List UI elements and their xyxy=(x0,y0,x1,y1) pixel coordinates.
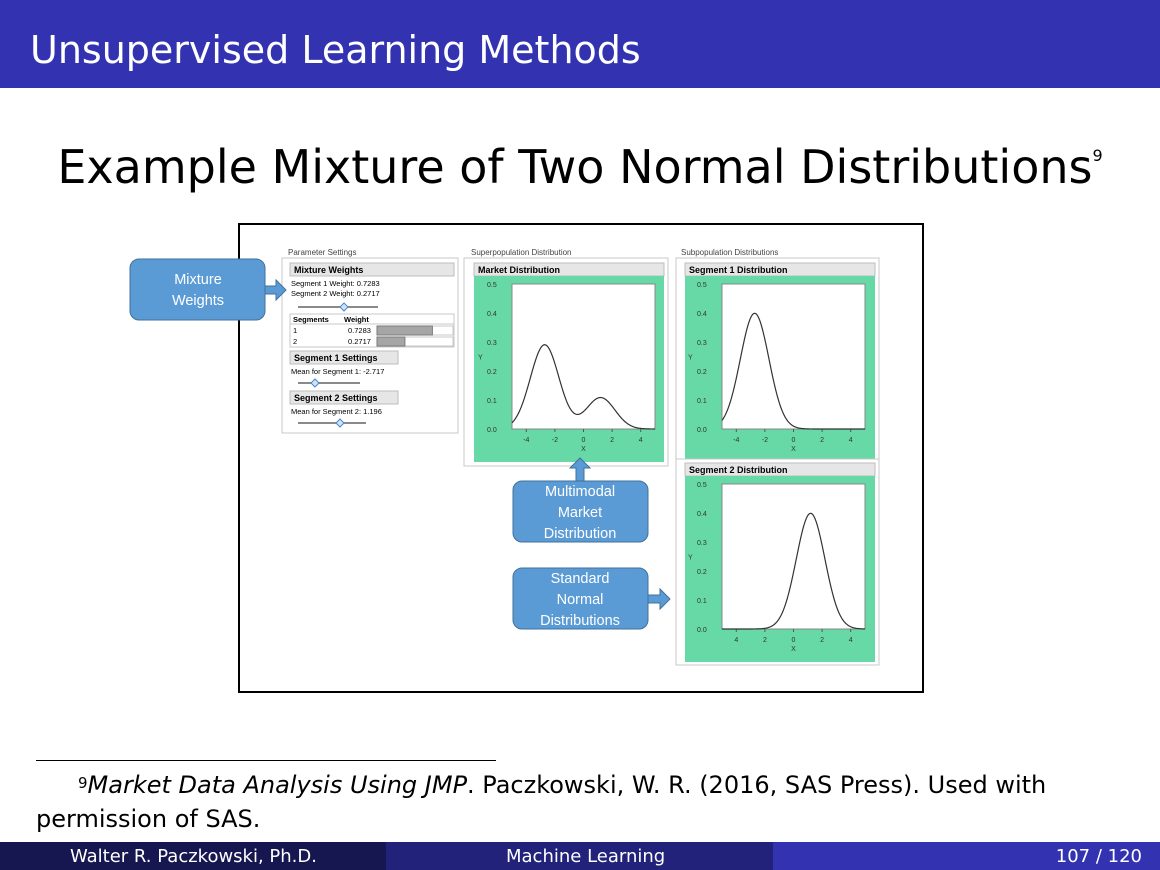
segment1-distribution-panel: Segment 1 Distribution 0.0 0.1 0.2 0.3 0.4 0.… xyxy=(675,257,880,467)
header-bar: Unsupervised Learning Methods xyxy=(0,0,1160,88)
footnote-rule xyxy=(36,760,496,761)
x-axis-label: X xyxy=(791,446,796,453)
x-tick-label: 0 xyxy=(792,437,796,444)
y-tick-label: 0.5 xyxy=(697,482,707,489)
figure-image: Parameter Settings Mixture Weights Segme… xyxy=(281,248,880,666)
seg2-weight-label: Segment 2 Weight: 0.2717 xyxy=(291,289,380,298)
footer-topic-cell: Machine Learning xyxy=(386,842,773,870)
x-tick-label: -2 xyxy=(552,437,558,444)
market-plot-title: Market Distribution xyxy=(478,265,560,275)
y-axis-label: Y xyxy=(688,555,693,562)
x-tick-label: 2 xyxy=(610,437,614,444)
weight-bar-segment-1 xyxy=(376,325,433,336)
right-arrow-to-subpop xyxy=(647,587,671,611)
weight-bar-segment-2 xyxy=(376,336,406,347)
x-axis-label: X xyxy=(581,446,586,453)
footnote: 9Market Data Analysis Using JMP. Paczkow… xyxy=(36,768,1126,836)
table-header-weight: Weight xyxy=(344,315,369,324)
y-tick-label: 0.5 xyxy=(487,282,497,289)
footer-page-cell: 107 / 120 xyxy=(773,842,1160,870)
multimodal-callout-line2: Market xyxy=(558,505,602,521)
x-tick-label: 0 xyxy=(792,637,796,644)
footnote-mark: 9 xyxy=(78,774,88,792)
table-row2-segment: 2 xyxy=(293,337,297,346)
y-tick-label: 0.1 xyxy=(697,598,707,605)
multimodal-callout-line3: Distribution xyxy=(544,526,617,542)
y-axis-label: Y xyxy=(478,355,483,362)
footer-author: Walter R. Paczkowski, Ph.D. xyxy=(70,846,317,867)
segment1-plot-title: Segment 1 Distribution xyxy=(689,265,788,275)
segment2-distribution-panel: Segment 2 Distribution 0.0 0.1 0.2 0.3 0.4 0.… xyxy=(675,458,880,666)
x-tick-label: 4 xyxy=(639,437,643,444)
slide-title-text: Example Mixture of Two Normal Distributi… xyxy=(57,140,1093,194)
y-tick-label: 0.4 xyxy=(487,311,497,318)
footnote-marker: 9 xyxy=(1092,146,1103,165)
x-tick-label: 2 xyxy=(820,437,824,444)
y-tick-label: 0.1 xyxy=(697,398,707,405)
y-tick-label: 0.1 xyxy=(487,398,497,405)
x-tick-label: -2 xyxy=(762,437,768,444)
market-distribution-panel: Market Distribution 0.0 0.1 0.2 0.3 0.4 0.5 -4… xyxy=(463,257,669,467)
footer-page: 107 / 120 xyxy=(1055,846,1142,867)
y-tick-label: 0.2 xyxy=(697,369,707,376)
footer-author-cell: Walter R. Paczkowski, Ph.D. xyxy=(0,842,386,870)
x-tick-label: 0 xyxy=(582,437,586,444)
standard-normal-callout-line2: Normal xyxy=(557,592,604,608)
y-tick-label: 0.3 xyxy=(697,540,707,547)
multimodal-callout-line1: Multimodal xyxy=(545,484,615,500)
x-tick-label: 4 xyxy=(849,437,853,444)
y-tick-label: 0.5 xyxy=(697,282,707,289)
seg1-weight-label: Segment 1 Weight: 0.7283 xyxy=(291,279,380,288)
seg2-mean-label: Mean for Segment 2: 1.196 xyxy=(291,407,382,416)
mixture-weights-text-1: Mixture xyxy=(174,272,222,288)
footnote-book-title: Market Data Analysis Using JMP xyxy=(87,771,468,799)
y-tick-label: 0.3 xyxy=(697,340,707,347)
y-tick-label: 0.4 xyxy=(697,511,707,518)
x-tick-label: -4 xyxy=(733,437,739,444)
param-section-label: Parameter Settings xyxy=(288,248,356,257)
slide-title: Example Mixture of Two Normal Distributi… xyxy=(0,140,1160,194)
y-tick-label: 0.3 xyxy=(487,340,497,347)
standard-normal-callout-line1: Standard xyxy=(551,571,610,587)
footer-bar: Walter R. Paczkowski, Ph.D. Machine Lear… xyxy=(0,842,1160,870)
standard-normal-callout-line3: Distributions xyxy=(540,613,620,629)
mixture-weights-title: Mixture Weights xyxy=(294,265,363,275)
y-tick-label: 0.0 xyxy=(487,427,497,434)
right-arrow-to-weights xyxy=(264,278,287,302)
y-tick-label: 0.0 xyxy=(697,427,707,434)
figure-frame: Parameter Settings Mixture Weights Segme… xyxy=(238,223,924,693)
segment2-plot-title: Segment 2 Distribution xyxy=(689,465,788,475)
y-axis-label: Y xyxy=(688,355,693,362)
y-tick-label: 0.2 xyxy=(697,569,707,576)
x-tick-label: 4 xyxy=(734,637,738,644)
y-tick-label: 0.4 xyxy=(697,311,707,318)
seg1-settings-title: Segment 1 Settings xyxy=(294,353,378,363)
subpop-section-label: Subpopulation Distributions xyxy=(681,248,778,257)
y-tick-label: 0.2 xyxy=(487,369,497,376)
x-tick-label: 4 xyxy=(849,637,853,644)
x-axis-label: X xyxy=(791,646,796,653)
x-tick-label: 2 xyxy=(763,637,767,644)
mixture-weights-text-2: Weights xyxy=(172,293,224,309)
table-row2-weight: 0.2717 xyxy=(348,337,371,346)
seg2-settings-title: Segment 2 Settings xyxy=(294,393,378,403)
x-tick-label: -4 xyxy=(523,437,529,444)
superpop-section-label: Superpopulation Distribution xyxy=(471,248,572,257)
header-title: Unsupervised Learning Methods xyxy=(30,28,641,72)
table-row1-weight: 0.7283 xyxy=(348,326,371,335)
x-tick-label: 2 xyxy=(820,637,824,644)
footer-topic: Machine Learning xyxy=(506,846,666,867)
table-header-segments: Segments xyxy=(293,315,329,324)
seg1-mean-label: Mean for Segment 1: -2.717 xyxy=(291,367,384,376)
y-tick-label: 0.0 xyxy=(697,627,707,634)
mixture-weights-box xyxy=(129,258,266,321)
mixture-weights-callout-outer: Mixture Weights xyxy=(129,258,287,321)
